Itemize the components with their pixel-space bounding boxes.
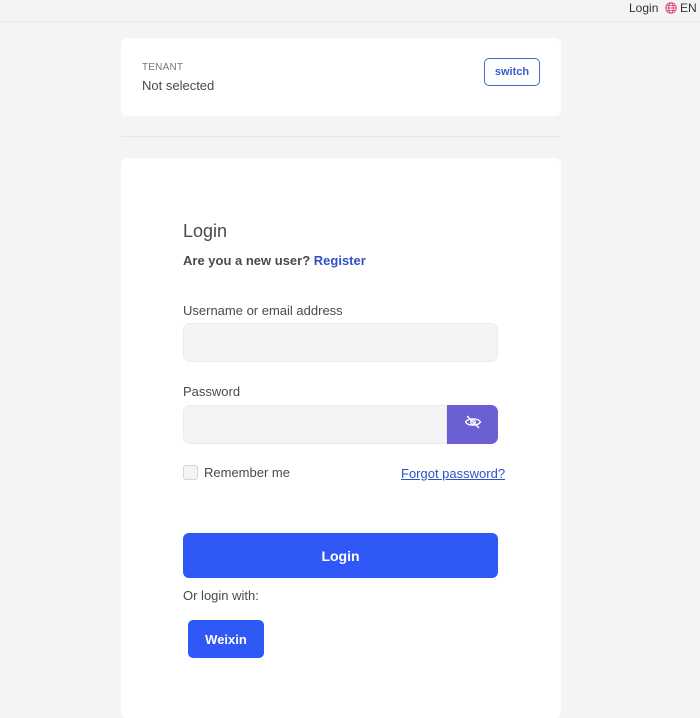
tenant-label: TENANT bbox=[142, 62, 184, 73]
password-input[interactable] bbox=[184, 406, 446, 443]
username-input[interactable] bbox=[184, 324, 497, 361]
toggle-password-visibility-button[interactable] bbox=[447, 405, 498, 444]
divider bbox=[121, 136, 561, 137]
top-bar: Login EN bbox=[0, 0, 700, 22]
username-label: Username or email address bbox=[183, 303, 343, 318]
weixin-login-button[interactable]: Weixin bbox=[188, 620, 264, 658]
register-prompt: Are you a new user? Register bbox=[183, 253, 366, 268]
forgot-password-link[interactable]: Forgot password? bbox=[401, 466, 505, 481]
language-label: EN bbox=[680, 1, 697, 15]
register-link[interactable]: Register bbox=[314, 253, 366, 268]
new-user-prompt: Are you a new user? bbox=[183, 253, 311, 268]
switch-tenant-button[interactable]: switch bbox=[484, 58, 540, 86]
login-card: Login Are you a new user? Register Usern… bbox=[121, 158, 561, 718]
username-field[interactable] bbox=[183, 323, 498, 362]
login-button[interactable]: Login bbox=[183, 533, 498, 578]
remember-me-label: Remember me bbox=[204, 465, 290, 480]
remember-me-checkbox[interactable] bbox=[183, 465, 198, 480]
eye-slash-icon bbox=[464, 415, 482, 434]
topbar-login-link[interactable]: Login bbox=[629, 1, 658, 15]
remember-me[interactable]: Remember me bbox=[183, 465, 290, 480]
password-field[interactable] bbox=[183, 405, 447, 444]
tenant-value: Not selected bbox=[142, 78, 215, 93]
language-selector[interactable]: EN bbox=[665, 1, 697, 15]
or-login-with-label: Or login with: bbox=[183, 588, 259, 603]
tenant-card: TENANT Not selected switch bbox=[121, 38, 561, 116]
globe-icon bbox=[665, 2, 677, 14]
password-label: Password bbox=[183, 384, 241, 399]
login-title: Login bbox=[183, 221, 228, 241]
